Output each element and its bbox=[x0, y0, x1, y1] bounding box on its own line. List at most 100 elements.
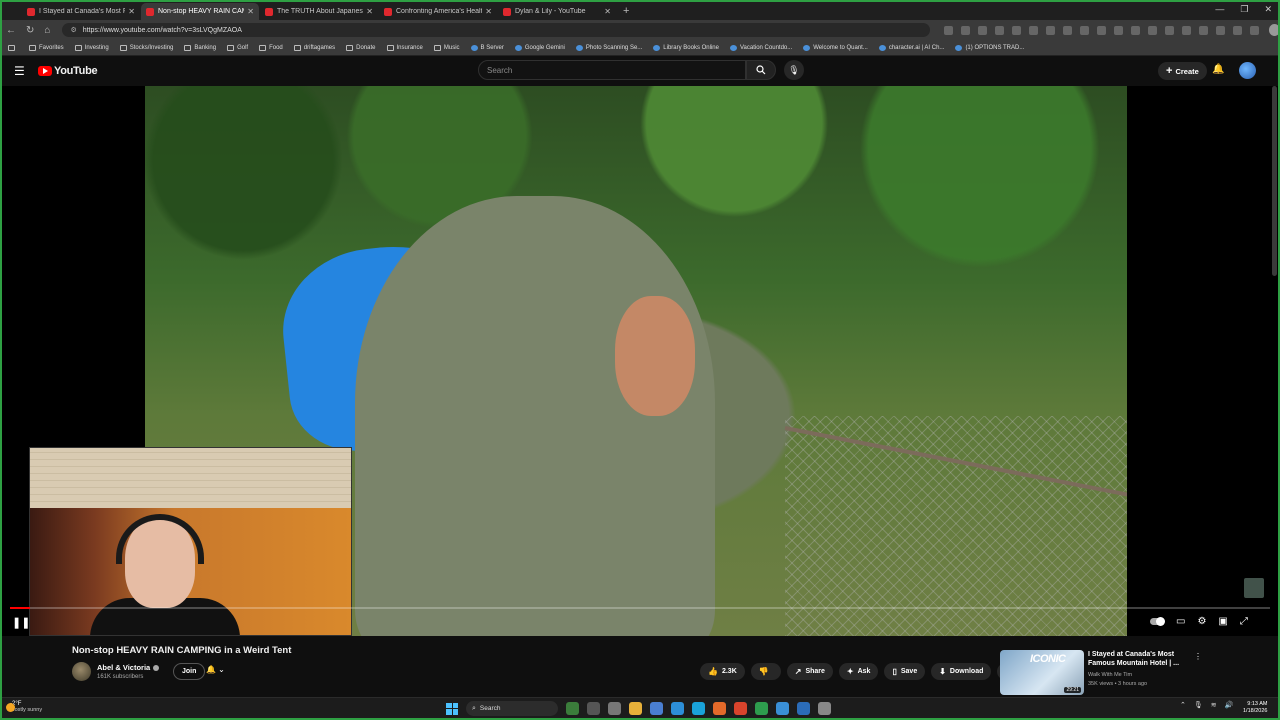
bookmark-item[interactable]: Google Gemini bbox=[514, 44, 565, 51]
bookmark-item[interactable]: Donate bbox=[346, 44, 376, 51]
extension-icon[interactable] bbox=[977, 25, 987, 35]
browser-tab[interactable]: Dylan & Lily - YouTube ✕ bbox=[498, 3, 616, 20]
bookmark-item[interactable]: Vacation Countdo... bbox=[729, 44, 792, 51]
autoplay-toggle[interactable] bbox=[1150, 617, 1165, 626]
edge-browser-icon[interactable] bbox=[692, 702, 705, 715]
extension-icon[interactable] bbox=[1249, 25, 1259, 35]
site-info-icon[interactable]: ⚙ bbox=[70, 26, 76, 34]
recommended-channel[interactable]: Walk With Me Tim bbox=[1088, 672, 1132, 678]
search-button[interactable] bbox=[746, 60, 776, 80]
reload-icon[interactable]: ↻ bbox=[26, 25, 34, 36]
weather-widget[interactable]: -2°F Mostly sunny bbox=[6, 701, 42, 713]
browser-tab-active[interactable]: Non-stop HEAVY RAIN CAMP ✕ bbox=[141, 3, 259, 20]
extension-icon[interactable] bbox=[1011, 25, 1021, 35]
taskbar-app-icon[interactable] bbox=[776, 702, 789, 715]
bookmark-item[interactable]: Photo Scanning Se... bbox=[575, 44, 642, 51]
bookmark-item[interactable]: Golf bbox=[227, 44, 248, 51]
extension-icon[interactable] bbox=[1079, 25, 1089, 35]
extension-icon[interactable] bbox=[1198, 25, 1208, 35]
extension-icon[interactable] bbox=[1164, 25, 1174, 35]
extension-icon[interactable] bbox=[1096, 25, 1106, 35]
share-button[interactable]: ↗ Share bbox=[786, 663, 833, 680]
extension-icon[interactable] bbox=[1130, 25, 1140, 35]
taskbar-app-icon[interactable] bbox=[566, 702, 579, 715]
join-button[interactable]: Join bbox=[173, 663, 206, 680]
extension-icon[interactable] bbox=[1147, 25, 1157, 35]
channel-avatar[interactable] bbox=[72, 662, 91, 681]
bookmark-item[interactable]: Welcome to Quant... bbox=[803, 44, 868, 51]
extension-icon[interactable] bbox=[943, 25, 953, 35]
page-scrollbar[interactable] bbox=[1272, 86, 1277, 276]
new-tab-button[interactable]: + bbox=[623, 3, 629, 20]
create-button[interactable]: + Create bbox=[1158, 62, 1207, 80]
close-tab-icon[interactable]: ✕ bbox=[485, 7, 492, 16]
minimize-icon[interactable]: — bbox=[1215, 4, 1224, 15]
maximize-icon[interactable]: ❐ bbox=[1240, 4, 1248, 15]
url-field[interactable]: ⚙ https://www.youtube.com/watch?v=3sLVQg… bbox=[62, 23, 930, 37]
excel-icon[interactable] bbox=[755, 702, 768, 715]
close-tab-icon[interactable]: ✕ bbox=[604, 7, 611, 16]
home-icon[interactable]: ⌂ bbox=[44, 25, 50, 36]
bookmark-item[interactable]: Stocks/Investing bbox=[119, 44, 173, 51]
recommended-title[interactable]: I Stayed at Canada's Most Famous Mountai… bbox=[1088, 651, 1188, 669]
bookmark-apps[interactable] bbox=[8, 44, 18, 51]
browser-tab[interactable]: The TRUTH About Japanese Futon✕ bbox=[260, 3, 378, 20]
extension-icon[interactable] bbox=[1062, 25, 1072, 35]
fullscreen-icon[interactable]: ⤢ bbox=[1240, 616, 1248, 627]
extension-icon[interactable] bbox=[1215, 25, 1225, 35]
extension-icon[interactable] bbox=[1232, 25, 1242, 35]
like-button[interactable]: 👍 2.3K bbox=[700, 663, 745, 680]
volume-icon[interactable]: 🔊 bbox=[1225, 701, 1234, 709]
profile-avatar[interactable] bbox=[1268, 24, 1280, 36]
settings-icon[interactable] bbox=[608, 702, 621, 715]
settings-icon[interactable]: ⚙ bbox=[1197, 616, 1206, 627]
account-avatar[interactable] bbox=[1239, 62, 1256, 79]
recommended-video[interactable]: ICONIC 29:21 I Stayed at Canada's Most F… bbox=[1000, 650, 1230, 695]
chevron-up-icon[interactable]: ⌃ bbox=[1180, 701, 1186, 709]
close-tab-icon[interactable]: ✕ bbox=[366, 7, 373, 16]
extension-icon[interactable] bbox=[1113, 25, 1123, 35]
microphone-icon[interactable]: 🎙 bbox=[1194, 701, 1203, 709]
bookmark-item[interactable]: Favorites bbox=[29, 44, 64, 51]
close-tab-icon[interactable]: ✕ bbox=[128, 7, 135, 16]
firefox-icon[interactable] bbox=[713, 702, 726, 715]
channel-name[interactable]: Abel & Victoria bbox=[97, 663, 160, 672]
recommended-thumbnail[interactable]: ICONIC 29:21 bbox=[1000, 650, 1084, 695]
bookmark-item[interactable]: Insurance bbox=[386, 44, 423, 51]
bookmark-item[interactable]: B Server bbox=[470, 44, 504, 51]
dislike-button[interactable]: 👎 bbox=[750, 663, 781, 680]
file-explorer-icon[interactable] bbox=[629, 702, 642, 715]
ask-button[interactable]: ✦ Ask bbox=[838, 663, 879, 680]
bookmark-item[interactable]: driftagames bbox=[293, 44, 335, 51]
download-button[interactable]: ⬇ Download bbox=[931, 663, 992, 680]
bookmark-item[interactable]: Food bbox=[259, 44, 283, 51]
bookmark-item[interactable]: Music bbox=[433, 44, 460, 51]
menu-icon[interactable]: ☰ bbox=[14, 64, 26, 78]
back-icon[interactable]: ← bbox=[6, 25, 16, 36]
close-window-icon[interactable]: ✕ bbox=[1264, 4, 1272, 15]
taskbar-search[interactable]: ⌕ Search bbox=[466, 701, 558, 716]
taskbar-app-icon[interactable] bbox=[797, 702, 810, 715]
extension-icon[interactable] bbox=[1045, 25, 1055, 35]
bookmark-item[interactable]: character.ai | AI Ch... bbox=[878, 44, 944, 51]
browser-tab[interactable]: Confronting America's Health Epi✕ bbox=[379, 3, 497, 20]
close-tab-icon[interactable]: ✕ bbox=[247, 7, 254, 16]
clock[interactable]: 9:13 AM 1/18/2026 bbox=[1243, 701, 1267, 715]
extension-icon[interactable] bbox=[1028, 25, 1038, 35]
extension-icon[interactable] bbox=[1181, 25, 1191, 35]
more-vertical-icon[interactable]: ⋮ bbox=[1194, 652, 1202, 661]
taskbar-app-icon[interactable] bbox=[650, 702, 663, 715]
notifications-icon[interactable]: 🔔 bbox=[1212, 64, 1224, 75]
bookmark-item[interactable]: (1) OPTIONS TRAD... bbox=[955, 44, 1024, 51]
bookmark-item[interactable]: Banking bbox=[184, 44, 216, 51]
channel-watermark[interactable] bbox=[1244, 578, 1264, 598]
taskbar-app-icon[interactable] bbox=[818, 702, 831, 715]
brave-browser-icon[interactable] bbox=[734, 702, 747, 715]
youtube-logo[interactable]: YouTube bbox=[38, 65, 98, 77]
progress-bar[interactable] bbox=[10, 607, 1270, 609]
browser-tab[interactable]: I Stayed at Canada's Most Famou✕ bbox=[22, 3, 140, 20]
wifi-icon[interactable]: ≋ bbox=[1211, 701, 1217, 709]
extension-icon[interactable] bbox=[960, 25, 970, 35]
extension-icon[interactable] bbox=[994, 25, 1004, 35]
task-view-icon[interactable] bbox=[587, 702, 600, 715]
